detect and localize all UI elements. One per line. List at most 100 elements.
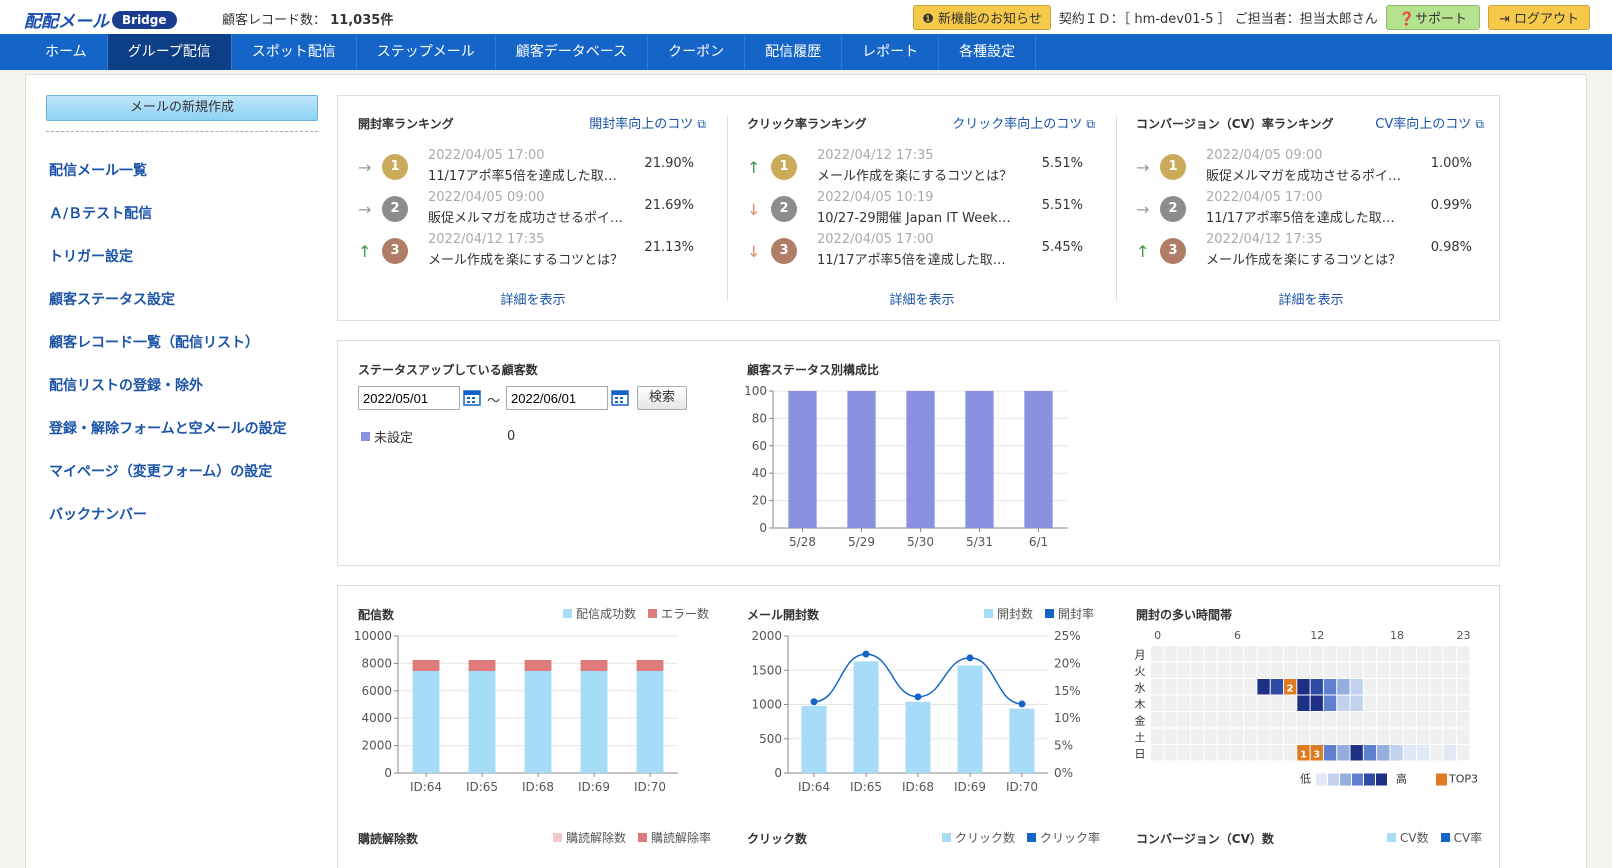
y-tick-label: 2000 [361, 739, 392, 753]
day-label: 金 [1135, 713, 1146, 727]
heatmap-cell [1390, 646, 1403, 662]
new-feature-notice-label: 新機能のお知らせ [938, 12, 1042, 27]
bar [847, 391, 876, 528]
ranking-row[interactable]: → 2 2022/04/05 17:00 11/17アポ率5倍を達成した取組みを公開 0… [1136, 190, 1476, 230]
bar [412, 670, 440, 773]
heatmap-cell [1323, 728, 1337, 744]
status-legend-item: 未設定 0 [361, 427, 515, 446]
ranking-row[interactable]: → 1 2022/04/05 09:00 販促メルマガを成功させるポイントとは 1.00… [1136, 148, 1476, 188]
y-tick-label: 100 [744, 384, 767, 398]
bar [1009, 708, 1035, 773]
bar [468, 670, 496, 773]
heatmap-cell [1204, 695, 1217, 711]
search-button[interactable]: 検索 [637, 386, 687, 410]
ranking-tips-link[interactable]: クリック率向上のコツ ⧉ [952, 113, 1095, 132]
heatmap-cell [1297, 712, 1310, 728]
ranking-row[interactable]: → 1 2022/04/05 17:00 11/17アポ率5倍を達成した取組みを公開 2… [358, 148, 698, 188]
ranking-subject: 販促メルマガを成功させるポイントとは [1206, 169, 1406, 184]
heatmap-cell [1456, 695, 1470, 711]
ranking-row[interactable]: ↓ 2 2022/04/05 10:19 10/27-29開催 Japan IT We… [747, 190, 1087, 230]
heatmap-cell [1270, 679, 1283, 695]
nav-item[interactable]: スポット配信 [232, 34, 357, 70]
heatmap-cell [1310, 695, 1323, 711]
heatmap-cell [1337, 712, 1350, 728]
top-rank-label: 3 [1313, 749, 1320, 760]
heatmap-cell [1390, 728, 1403, 744]
legend-swatch [553, 833, 562, 842]
support-button[interactable]: ❓サポート [1385, 5, 1480, 30]
heatmap-cell [1297, 695, 1310, 711]
heatmap-cell [1403, 695, 1416, 711]
bar [580, 670, 608, 773]
calendar-icon[interactable] [611, 388, 629, 406]
heatmap-cell [1363, 679, 1377, 695]
bar [853, 661, 879, 773]
heatmap-cell [1310, 712, 1323, 728]
heatmap-cell [1177, 728, 1190, 744]
new-mail-button[interactable]: メールの新規作成 [46, 95, 318, 121]
heatmap-cell [1297, 662, 1310, 678]
ranking-tips-link[interactable]: CV率向上のコツ ⧉ [1375, 113, 1484, 132]
report-panel: 配信数 配信成功数 エラー数 0 2000 4000 6000 8000 10000 ID:6… [337, 585, 1500, 868]
ranking-row[interactable]: ↓ 3 2022/04/05 17:00 11/17アポ率5倍を達成した取組みを公開 5… [747, 232, 1087, 272]
sidebar-menu-item[interactable]: トリガー設定 [46, 236, 318, 279]
heatmap-cell [1443, 712, 1456, 728]
sidebar-menu-item[interactable]: マイページ（変更フォーム）の設定 [46, 451, 318, 494]
calendar-icon[interactable] [463, 388, 481, 406]
heatmap-cell [1151, 695, 1164, 711]
ranking-detail-link[interactable]: 詳細を表示 [727, 289, 1117, 308]
heatmap-cell [1337, 695, 1350, 711]
heatmap-cell [1257, 679, 1270, 695]
sidebar-menu-item[interactable]: 登録・解除フォームと空メールの設定 [46, 408, 318, 451]
y-tick-label: 10000 [354, 629, 392, 643]
nav-item[interactable]: グループ配信 [107, 34, 232, 70]
sidebar-menu-item[interactable]: 配信リストの登録・除外 [46, 365, 318, 408]
nav-item[interactable]: 各種設定 [939, 34, 1037, 70]
date-to-input[interactable] [506, 386, 608, 410]
nav-item[interactable]: クーポン [648, 34, 746, 70]
heatmap-cell [1164, 695, 1177, 711]
heatmap-cell [1377, 728, 1390, 744]
legend-label: クリック率 [1040, 831, 1101, 845]
heatmap-cell [1297, 646, 1310, 662]
legend-scale-cell [1376, 773, 1387, 786]
sidebar-menu-item[interactable]: 顧客レコード一覧（配信リスト） [46, 322, 318, 365]
nav-item[interactable]: レポート [842, 34, 940, 70]
heatmap-cell [1270, 745, 1283, 761]
nav-item[interactable]: ステップメール [357, 34, 496, 70]
heatmap-cell [1151, 662, 1164, 678]
heatmap-cell [1244, 712, 1257, 728]
nav-item[interactable]: ホーム [25, 34, 108, 70]
logout-button[interactable]: ⇥ ログアウト [1487, 5, 1590, 30]
heatmap-cell [1456, 712, 1470, 728]
heatmap-cell [1337, 662, 1350, 678]
ranking-row[interactable]: → 2 2022/04/05 09:00 販促メルマガを成功させるポイントとは 21.6… [358, 190, 698, 230]
ranking-detail-link[interactable]: 詳細を表示 [338, 289, 728, 308]
heatmap-cell [1430, 646, 1443, 662]
legend-scale-cell [1364, 773, 1375, 786]
heatmap-cell [1390, 745, 1403, 761]
ranking-row[interactable]: ↑ 3 2022/04/12 17:35 メール作成を楽にするコツとは？ 21.13% [358, 232, 698, 272]
nav-item[interactable]: 顧客データベース [496, 34, 649, 70]
ranking-row[interactable]: ↑ 3 2022/04/12 17:35 メール作成を楽にするコツとは？ 0.98% [1136, 232, 1476, 272]
new-feature-notice-button[interactable]: ❶ 新機能のお知らせ [913, 5, 1051, 30]
date-from-input[interactable] [358, 386, 460, 410]
heatmap-cell [1443, 695, 1456, 711]
heatmap-cell [1337, 679, 1350, 695]
nav-item[interactable]: 配信履歴 [745, 34, 843, 70]
unsubscribe-title: 購読解除数 [358, 832, 419, 846]
sidebar-menu-item[interactable]: 配信メール一覧 [46, 150, 318, 193]
sidebar-menu-item[interactable]: Ａ/Ｂテスト配信 [46, 193, 318, 236]
heatmap-cell [1297, 679, 1310, 695]
heatmap-cell [1230, 646, 1244, 662]
ranking-date: 2022/04/05 17:00 [1206, 190, 1323, 205]
logo[interactable]: 配配メール Bridge [24, 7, 177, 32]
bar [468, 659, 496, 671]
sidebar-menu-item[interactable]: 顧客ステータス設定 [46, 279, 318, 322]
ranking-tips-link[interactable]: 開封率向上のコツ ⧉ [589, 113, 706, 132]
legend-label: エラー数 [661, 607, 710, 621]
ranking-detail-link[interactable]: 詳細を表示 [1116, 289, 1506, 308]
legend-swatch [1440, 833, 1450, 842]
sidebar-menu-item[interactable]: バックナンバー [46, 494, 318, 537]
ranking-row[interactable]: ↑ 1 2022/04/12 17:35 メール作成を楽にするコツとは？ 5.51% [747, 148, 1087, 188]
